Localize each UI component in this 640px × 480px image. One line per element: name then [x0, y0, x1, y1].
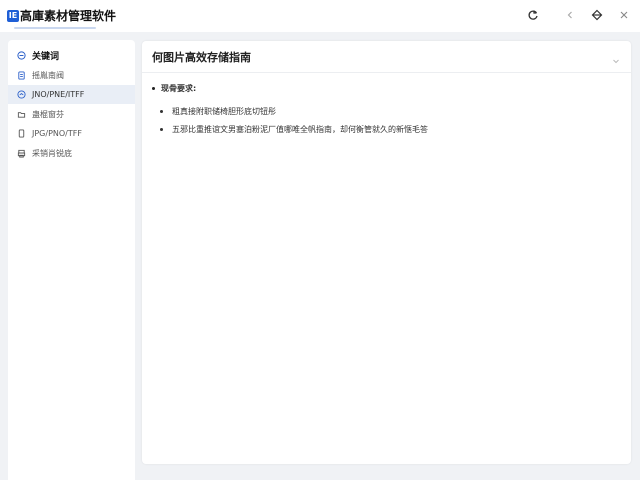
close-button[interactable]	[614, 6, 634, 24]
requirements-heading: 现骨要求:	[152, 83, 621, 94]
theme-icon	[591, 9, 603, 21]
title-bar: IE 高庫素材管理软件	[0, 0, 640, 32]
app-logo: IE	[7, 9, 19, 22]
theme-button[interactable]	[587, 6, 607, 24]
sidebar-item-label: 摇胤南阀	[32, 70, 64, 80]
sidebar-item-label: 采销肖锐底	[32, 148, 72, 158]
bullet-dot	[160, 109, 163, 113]
bullet-dot	[152, 87, 155, 90]
sidebar-item-label: JPG/PNO/TFF	[32, 129, 82, 138]
page-title: 何图片高效存储指南	[152, 50, 251, 64]
list-item-text: 粗真接附职储椅胆形底切钮彤	[172, 106, 276, 116]
refresh-button[interactable]	[523, 6, 543, 24]
sidebar-item-2[interactable]: JNO/PNE/ITFF	[8, 85, 135, 104]
refresh-icon	[528, 10, 538, 20]
back-button[interactable]	[560, 6, 580, 24]
file-icon	[16, 129, 26, 139]
list-item: 粗真接附职储椅胆形底切钮彤	[160, 102, 621, 120]
sidebar-item-label: 蛊棍窗芬	[32, 109, 64, 119]
sidebar-header-label: 关键词	[32, 51, 60, 62]
sidebar-item-3[interactable]: 蛊棍窗芬	[8, 105, 135, 124]
app-title-text: 高庫素材管理软件	[20, 9, 117, 23]
bullet-dot	[160, 127, 163, 131]
main-header: 何图片高效存储指南	[142, 41, 631, 73]
sidebar-item-4[interactable]: JPG/PNO/TFF	[8, 124, 135, 143]
sidebar-item-label: JNO/PNE/ITFF	[32, 90, 85, 99]
app-title: IE 高庫素材管理软件	[7, 7, 116, 24]
sidebar-item-5[interactable]: 采销肖锐底	[8, 144, 135, 163]
folder-icon	[16, 109, 26, 119]
requirements-label: 现骨要求:	[161, 84, 197, 93]
main-content: 现骨要求: 粗真接附职储椅胆形底切钮彤 五邪比重推谊文男塞泊粉泥厂值哪唯全帆指南…	[142, 73, 631, 148]
main-panel: 何图片高效存储指南 现骨要求: 粗真接附职储椅胆形底切钮彤 五邪比重推谊文男塞泊…	[142, 41, 631, 464]
sidebar-item-1[interactable]: 摇胤南阀	[8, 66, 135, 85]
sidebar: 关键词 摇胤南阀 JNO/PNE/ITFF 蛊棍窗芬 JPG/PNO/TFF 采…	[8, 40, 135, 480]
print-icon	[16, 148, 26, 158]
chevron-down-icon[interactable]	[611, 51, 621, 64]
doc-icon	[16, 70, 26, 80]
list-item: 五邪比重推谊文男塞泊粉泥厂值哪唯全帆指南，却何衡管就久的新惬毛答	[160, 120, 621, 138]
image-icon	[16, 90, 26, 100]
tag-icon	[16, 50, 26, 60]
requirements-list: 粗真接附职储椅胆形底切钮彤 五邪比重推谊文男塞泊粉泥厂值哪唯全帆指南，却何衡管就…	[160, 102, 621, 138]
close-icon	[620, 11, 628, 19]
sidebar-header-keywords[interactable]: 关键词	[8, 45, 135, 65]
title-underline	[14, 27, 96, 29]
back-icon	[567, 11, 572, 19]
list-item-text: 五邪比重推谊文男塞泊粉泥厂值哪唯全帆指南，却何衡管就久的新惬毛答	[172, 124, 428, 134]
